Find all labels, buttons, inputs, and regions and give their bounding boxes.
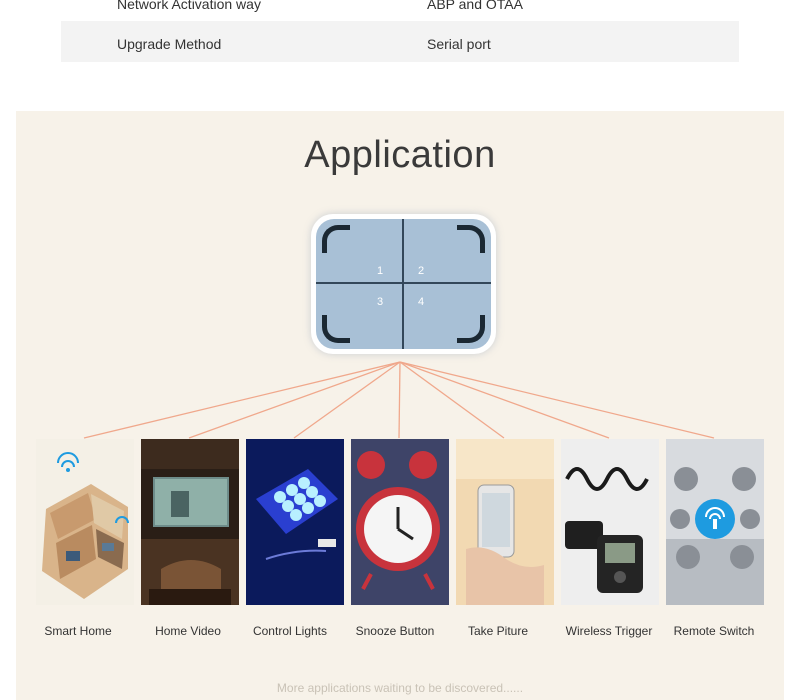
home-theater-image <box>141 439 239 605</box>
alarm-clock-image <box>351 439 449 605</box>
corner-bracket <box>322 225 350 253</box>
button-number-3: 3 <box>377 296 384 308</box>
button-number-1: 1 <box>377 265 384 277</box>
application-label-snooze-button: Snooze Button <box>355 624 435 638</box>
application-label-home-video: Home Video <box>155 624 221 638</box>
button-number-4: 4 <box>418 296 425 308</box>
connector-line <box>188 361 401 439</box>
connector-line <box>399 361 610 439</box>
spec-row-network-activation: Network Activation way ABP and OTAA <box>61 0 739 21</box>
corner-bracket <box>322 315 350 343</box>
application-label-control-lights: Control Lights <box>252 624 328 638</box>
application-section: Application 1 2 3 4 Smart Home Home Vide… <box>16 111 784 700</box>
connector-line <box>293 361 401 439</box>
spec-label: Network Activation way <box>117 0 261 12</box>
spec-value: ABP and OTAA <box>427 0 523 12</box>
lorawan-button-device: 1 2 3 4 <box>311 214 496 354</box>
device-face: 1 2 3 4 <box>316 219 491 349</box>
button-number-2: 2 <box>418 265 425 277</box>
connector-line <box>83 361 401 439</box>
corner-bracket <box>457 315 485 343</box>
corner-bracket <box>457 225 485 253</box>
camera-trigger-image <box>561 439 659 605</box>
led-lights-image <box>246 439 344 605</box>
house-floorplan-image <box>36 439 134 605</box>
application-label-remote-switch: Remote Switch <box>673 624 755 638</box>
connector-lines <box>83 361 715 439</box>
button-divider-horizontal <box>316 282 491 284</box>
button-divider-vertical <box>402 219 404 349</box>
connector-line <box>399 361 715 439</box>
spec-label: Upgrade Method <box>117 36 222 52</box>
connector-line <box>398 361 401 439</box>
application-label-wireless-trigger: Wireless Trigger <box>565 624 653 638</box>
application-label-take-picture: Take Piture <box>467 624 529 638</box>
connector-line <box>399 361 505 439</box>
footer-note: More applications waiting to be discover… <box>276 681 524 695</box>
application-label-smart-home: Smart Home <box>44 624 112 638</box>
spec-value: Serial port <box>427 36 491 52</box>
remote-switch-image <box>666 439 764 605</box>
spec-row-upgrade-method: Upgrade Method Serial port <box>61 21 739 62</box>
phone-in-hand-image <box>456 439 554 605</box>
